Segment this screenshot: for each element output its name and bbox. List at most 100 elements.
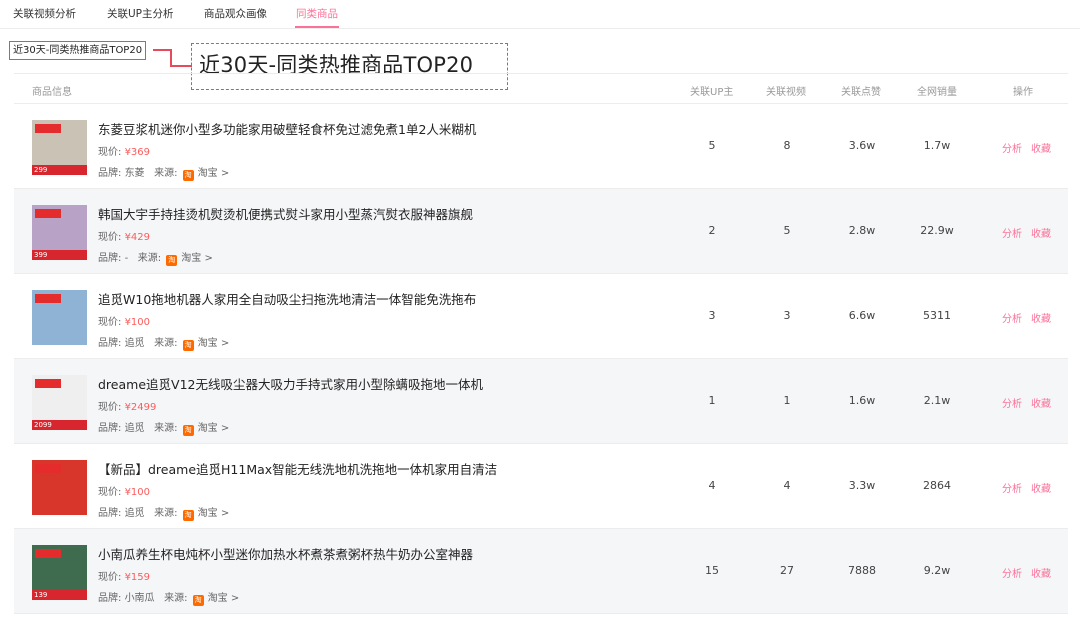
cell-related-videos: 1 xyxy=(783,394,791,407)
price-line: 现价: ¥369 xyxy=(98,143,150,158)
price-value: ¥159 xyxy=(124,572,151,583)
meta-line: 品牌: 追觅 来源: 淘淘宝 > xyxy=(98,504,229,521)
collect-button[interactable]: 收藏 xyxy=(1031,565,1051,580)
thumbnail-price: 399 xyxy=(34,251,48,259)
source-label: 来源: xyxy=(154,338,178,349)
cell-related-likes: 3.6w xyxy=(848,139,876,152)
callout-connector xyxy=(170,49,172,66)
thumbnail-badge xyxy=(35,124,61,133)
thumbnail-price-bar: 139 xyxy=(32,590,87,600)
cell-related-up: 5 xyxy=(708,139,716,152)
product-title[interactable]: 追觅W10拖地机器人家用全自动吸尘扫拖洗地清洁一体智能免洗拖布 xyxy=(98,289,476,308)
cell-related-up: 4 xyxy=(708,479,716,492)
collect-button[interactable]: 收藏 xyxy=(1031,140,1051,155)
meta-line: 品牌: 小南瓜 来源: 淘淘宝 > xyxy=(98,589,239,606)
analyze-button[interactable]: 分析 xyxy=(1002,565,1022,580)
callout-connector xyxy=(153,49,171,51)
taobao-icon: 淘 xyxy=(182,510,194,521)
table-row[interactable]: 399 韩国大宇手持挂烫机熨烫机便携式熨斗家用小型蒸汽熨衣服神器旗舰 现价: ¥42… xyxy=(14,189,1068,274)
brand-value: - xyxy=(124,253,129,264)
product-title[interactable]: 【新品】dreame追觅H11Max智能无线洗地机洗拖地一体机家用自清洁 xyxy=(98,459,497,478)
cell-total-sales: 5311 xyxy=(923,309,951,322)
collect-button[interactable]: 收藏 xyxy=(1031,480,1051,495)
product-thumbnail[interactable] xyxy=(32,460,87,515)
price-label: 现价: xyxy=(98,147,122,158)
brand-value: 东菱 xyxy=(124,168,145,179)
product-thumbnail[interactable]: 2099 xyxy=(32,375,87,430)
analyze-button[interactable]: 分析 xyxy=(1002,395,1022,410)
thumbnail-price: 2099 xyxy=(34,421,52,429)
cell-related-videos: 5 xyxy=(783,224,791,237)
analyze-button[interactable]: 分析 xyxy=(1002,225,1022,240)
product-thumbnail[interactable]: 399 xyxy=(32,205,87,260)
table-row[interactable]: 299 东菱豆浆机迷你小型多功能家用破壁轻食杯免过滤免煮1单2人米糊机现价: ¥3… xyxy=(14,104,1068,189)
product-thumbnail[interactable] xyxy=(32,290,87,345)
analyze-button[interactable]: 分析 xyxy=(1002,480,1022,495)
tab-similar-products[interactable]: 同类商品 xyxy=(296,6,338,21)
thumbnail-price: 299 xyxy=(34,166,48,174)
header-product-info: 商品信息 xyxy=(32,87,72,98)
thumbnail-badge xyxy=(35,294,61,303)
collect-button[interactable]: 收藏 xyxy=(1031,310,1051,325)
source-link[interactable]: 淘宝 > xyxy=(198,508,230,519)
product-thumbnail[interactable]: 299 xyxy=(32,120,87,175)
cell-related-likes: 1.6w xyxy=(848,394,876,407)
product-title[interactable]: 东菱豆浆机迷你小型多功能家用破壁轻食杯免过滤免煮1单2人米糊机 xyxy=(98,119,476,138)
tab-audience-portrait[interactable]: 商品观众画像 xyxy=(204,6,267,21)
product-title[interactable]: 韩国大宇手持挂烫机熨烫机便携式熨斗家用小型蒸汽熨衣服神器旗舰 xyxy=(98,204,473,223)
source-link[interactable]: 淘宝 > xyxy=(181,253,213,264)
source-link[interactable]: 淘宝 > xyxy=(198,338,230,349)
price-value: ¥369 xyxy=(124,147,151,158)
brand-label: 品牌: xyxy=(98,593,122,604)
callout-connector xyxy=(170,65,192,67)
thumbnail-badge xyxy=(35,464,61,473)
price-line: 现价: ¥159 xyxy=(98,568,150,583)
product-title[interactable]: dreame追觅V12无线吸尘器大吸力手持式家用小型除螨吸拖地一体机 xyxy=(98,374,483,393)
cell-related-likes: 2.8w xyxy=(848,224,876,237)
brand-value: 追觅 xyxy=(124,508,145,519)
tab-related-video-analysis[interactable]: 关联视频分析 xyxy=(13,6,76,21)
tab-related-up-analysis[interactable]: 关联UP主分析 xyxy=(107,6,174,21)
cell-related-likes: 7888 xyxy=(848,564,876,577)
cell-related-up: 15 xyxy=(705,564,719,577)
cell-total-sales: 2864 xyxy=(923,479,951,492)
thumbnail-price-bar: 2099 xyxy=(32,420,87,430)
taobao-icon: 淘 xyxy=(182,340,194,351)
source-label: 来源: xyxy=(154,168,178,179)
source-link[interactable]: 淘宝 > xyxy=(198,423,230,434)
brand-label: 品牌: xyxy=(98,338,122,349)
cell-related-likes: 3.3w xyxy=(848,479,876,492)
cell-total-sales: 2.1w xyxy=(923,394,951,407)
source-link[interactable]: 淘宝 > xyxy=(208,593,240,604)
price-line: 现价: ¥2499 xyxy=(98,398,156,413)
cell-related-up: 1 xyxy=(708,394,716,407)
product-title[interactable]: 小南瓜养生杯电炖杯小型迷你加热水杯煮茶煮粥杯热牛奶办公室神器 xyxy=(98,544,473,563)
analyze-button[interactable]: 分析 xyxy=(1002,140,1022,155)
collect-button[interactable]: 收藏 xyxy=(1031,225,1051,240)
brand-label: 品牌: xyxy=(98,508,122,519)
price-label: 现价: xyxy=(98,232,122,243)
thumbnail-price: 139 xyxy=(34,591,48,599)
table-row[interactable]: 追觅W10拖地机器人家用全自动吸尘扫拖洗地清洁一体智能免洗拖布现价: ¥100 品… xyxy=(14,274,1068,359)
thumbnail-price-bar: 399 xyxy=(32,250,87,260)
brand-label: 品牌: xyxy=(98,253,122,264)
price-value: ¥100 xyxy=(124,317,151,328)
table-row[interactable]: 【新品】dreame追觅H11Max智能无线洗地机洗拖地一体机家用自清洁现价: … xyxy=(14,444,1068,529)
price-label: 现价: xyxy=(98,487,122,498)
header-related-likes: 关联点赞 xyxy=(841,87,881,98)
table-row[interactable]: 2099 dreame追觅V12无线吸尘器大吸力手持式家用小型除螨吸拖地一体机现价… xyxy=(14,359,1068,444)
meta-line: 品牌: 东菱 来源: 淘淘宝 > xyxy=(98,164,229,181)
source-link[interactable]: 淘宝 > xyxy=(198,168,230,179)
analyze-button[interactable]: 分析 xyxy=(1002,310,1022,325)
collect-button[interactable]: 收藏 xyxy=(1031,395,1051,410)
brand-value: 追觅 xyxy=(124,338,145,349)
product-thumbnail[interactable]: 139 xyxy=(32,545,87,600)
thumbnail-badge xyxy=(35,379,61,388)
table-row[interactable]: 139 小南瓜养生杯电炖杯小型迷你加热水杯煮茶煮粥杯热牛奶办公室神器现价: ¥15… xyxy=(14,529,1068,614)
price-label: 现价: xyxy=(98,572,122,583)
cell-related-videos: 27 xyxy=(780,564,794,577)
meta-line: 品牌: - 来源: 淘淘宝 > xyxy=(98,249,213,266)
price-line: 现价: ¥100 xyxy=(98,483,150,498)
price-line: 现价: ¥100 xyxy=(98,313,150,328)
cell-total-sales: 9.2w xyxy=(923,564,951,577)
